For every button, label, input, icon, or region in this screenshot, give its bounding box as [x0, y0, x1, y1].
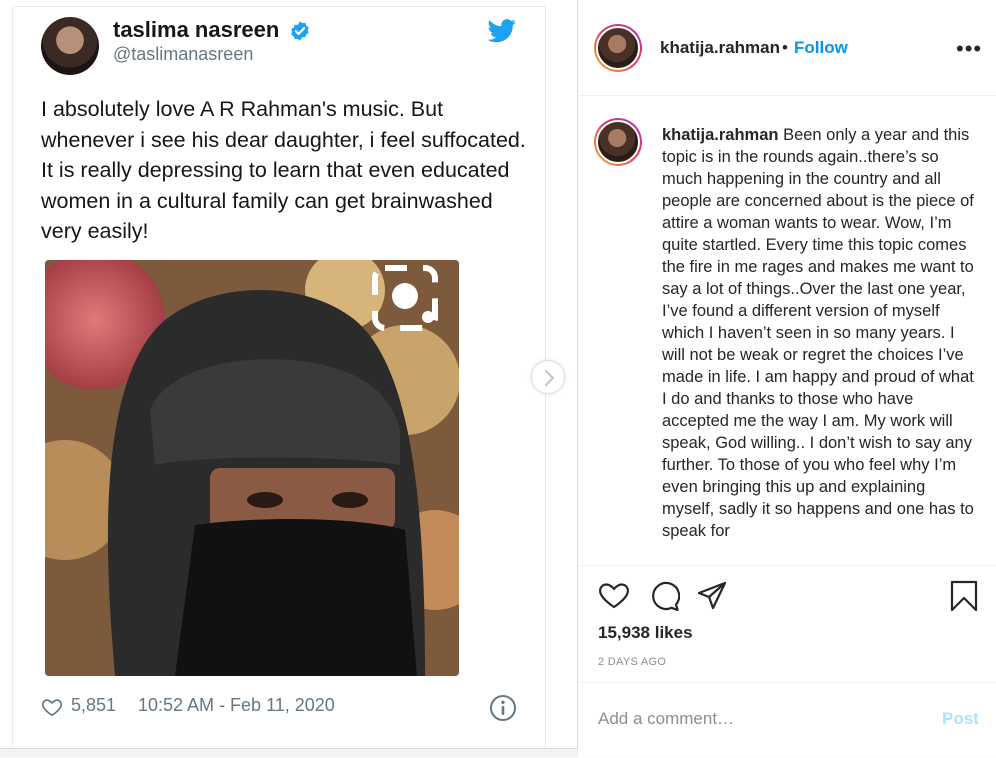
screenshot-frame: taslima nasreen @taslimanasreen I absolu… — [0, 0, 996, 757]
tweet-like-count: 5,851 — [71, 695, 117, 715]
tweet-card: taslima nasreen @taslimanasreen I absolu… — [12, 6, 546, 748]
info-icon[interactable] — [489, 694, 517, 722]
caption-avatar[interactable] — [594, 118, 642, 166]
more-options-button[interactable]: ••• — [956, 36, 982, 62]
header-separator: • — [782, 38, 788, 57]
follow-button[interactable]: Follow — [794, 38, 848, 58]
carousel-next-button[interactable] — [531, 360, 565, 394]
tweet-text: I absolutely love A R Rahman's music. Bu… — [41, 97, 526, 243]
bookmark-icon[interactable] — [948, 580, 980, 612]
twitter-bird-icon — [487, 19, 516, 43]
like-count[interactable]: 15,938 likes — [598, 623, 693, 643]
tweet-photo — [45, 260, 459, 676]
post-media: taslima nasreen @taslimanasreen I absolu… — [0, 0, 578, 757]
post-comment-button[interactable]: Post — [942, 709, 979, 729]
post-actions: 15,938 likes 2 DAYS AGO Add a comment… P… — [578, 565, 996, 757]
avatar[interactable] — [594, 24, 642, 72]
chevron-right-icon — [544, 369, 555, 387]
tweet-footer: 5,851 10:52 AM - Feb 11, 2020 — [41, 695, 531, 721]
comment-bar: Add a comment… Post — [578, 682, 996, 758]
heart-icon[interactable] — [598, 580, 630, 612]
heart-icon — [41, 699, 63, 717]
tweet-handle: @taslimanasreen — [113, 44, 254, 64]
post-header: khatija.rahman • Follow ••• — [578, 0, 996, 96]
tweet-photo-illustration — [45, 260, 459, 676]
caption-username[interactable]: khatija.rahman — [662, 126, 778, 144]
share-icon[interactable] — [696, 580, 728, 612]
post-timestamp: 2 DAYS AGO — [598, 656, 667, 668]
caption-text: Been only a year and this topic is in th… — [662, 126, 974, 540]
media-bottom-strip — [0, 748, 578, 757]
comment-icon[interactable] — [648, 580, 680, 612]
tweet-avatar — [41, 17, 99, 75]
post-caption: khatija.rahman Been only a year and this… — [662, 124, 982, 564]
tweet-author-name: taslima nasreen — [113, 17, 280, 42]
tweet-timestamp: 10:52 AM - Feb 11, 2020 — [138, 695, 335, 715]
verified-badge-icon — [291, 21, 309, 41]
post-details: khatija.rahman • Follow ••• khatija.rahm… — [578, 0, 996, 757]
comment-input[interactable]: Add a comment… — [598, 709, 734, 729]
header-username[interactable]: khatija.rahman — [660, 38, 780, 58]
